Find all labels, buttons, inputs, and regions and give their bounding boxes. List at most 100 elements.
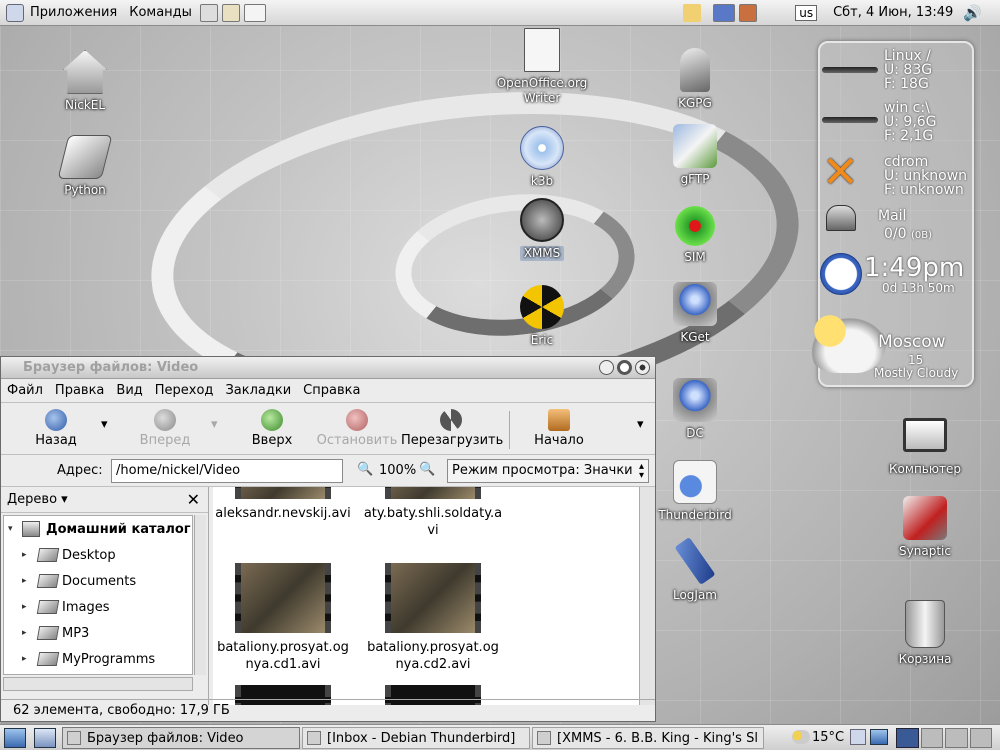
desktop-icon-writer[interactable]: OpenOffice.org Writer — [487, 28, 597, 106]
desktop-icon-synaptic[interactable]: Synaptic — [870, 496, 980, 559]
python-icon — [57, 135, 113, 179]
notify-icon[interactable] — [683, 3, 702, 22]
desktop-icon-xmms[interactable]: XMMS — [487, 198, 597, 261]
tree-item-myprogramms[interactable]: ▸ MyProgramms — [4, 646, 192, 672]
keyboard-layout[interactable]: us — [795, 4, 818, 21]
task-file-browser[interactable]: Браузер файлов: Video — [62, 727, 300, 749]
win-disk-bar — [822, 117, 878, 123]
view-mode-select[interactable]: Режим просмотра: Значки ▴ ▾ — [447, 459, 649, 483]
tray-icon-1[interactable] — [850, 729, 866, 745]
panel-clock[interactable]: Сбт, 4 Июн, 13:49 — [823, 5, 963, 20]
tree-item-documents[interactable]: ▸ Documents — [4, 568, 192, 594]
desktop-icon-k3b[interactable]: k3b — [487, 126, 597, 189]
volume-icon[interactable]: 🔊 — [963, 4, 982, 22]
task-xmms[interactable]: [XMMS - 6. В.В. King - King's Sl — [532, 727, 764, 749]
workspace-switcher[interactable] — [896, 728, 992, 748]
menu-edit[interactable]: Правка — [49, 383, 110, 398]
stop-button[interactable]: Остановить — [315, 409, 399, 448]
desktop-icon-computer[interactable]: Компьютер — [870, 418, 980, 477]
linux-disk-free: F: 18G — [884, 76, 929, 92]
location-bar: Адрес: /home/nickel/Video 🔍 100% 🔍 Режим… — [1, 455, 655, 487]
desktop-icon-eric[interactable]: Eric — [487, 285, 597, 348]
file-browser-window: Браузер файлов: Video Файл Правка Вид Пе… — [0, 356, 656, 722]
forward-arrow-icon — [154, 409, 176, 431]
update-notifier-icon[interactable] — [739, 3, 758, 22]
gftp-icon — [673, 124, 717, 168]
linux-disk-bar — [822, 67, 878, 73]
tree-root[interactable]: ▾ Домашний каталог — [4, 516, 192, 542]
close-sidebar-icon[interactable]: ✕ — [187, 490, 200, 509]
window-titlebar[interactable]: Браузер файлов: Video — [1, 357, 655, 379]
forward-history-dropdown[interactable]: ▾ — [211, 417, 218, 432]
back-button[interactable]: Назад — [31, 409, 81, 448]
menubar: Файл Правка Вид Переход Закладки Справка — [1, 379, 655, 403]
desktop-icon-python[interactable]: Python — [30, 135, 140, 198]
show-desktop-icon[interactable] — [4, 728, 26, 748]
win-disk-title: win c:\ — [884, 100, 930, 116]
minimize-button[interactable] — [599, 360, 614, 375]
desktop-icon-trash[interactable]: Корзина — [870, 600, 980, 667]
mail-title: Mail — [878, 208, 907, 224]
files-vertical-scrollbar[interactable] — [639, 487, 655, 705]
menu-file[interactable]: Файл — [1, 383, 49, 398]
file-item[interactable]: bataliony.prosyat.ognya.cd2.avi — [363, 563, 503, 673]
desktop-icon-kgpg[interactable]: KGPG — [640, 48, 750, 111]
sidebar-type-select[interactable]: Дерево ▾ — [7, 492, 68, 507]
forward-button[interactable]: Вперед — [135, 409, 195, 448]
file-item[interactable]: bataliony.prosyat.ognya.cd1.avi — [213, 563, 353, 673]
tree-item-desktop[interactable]: ▸ Desktop — [4, 542, 192, 568]
weather-city: Moscow — [878, 332, 946, 352]
toolbar-overflow-button[interactable]: ▾ — [637, 417, 644, 432]
desktop-icon-thunderbird[interactable]: Thunderbird — [640, 460, 750, 523]
home-button[interactable]: Начало — [531, 409, 587, 448]
reload-button[interactable]: Перезагрузить — [401, 409, 503, 448]
address-input[interactable]: /home/nickel/Video — [111, 459, 343, 483]
sim-icon — [675, 206, 715, 246]
desktop-icon-logjam[interactable]: LogJam — [640, 536, 750, 603]
tree-item-mp3[interactable]: ▸ MP3 — [4, 620, 192, 646]
kget-icon — [673, 282, 717, 326]
desktop-icon-dc[interactable]: DC — [640, 378, 750, 441]
tree-vertical-scrollbar[interactable] — [194, 515, 206, 675]
app-menu-icon[interactable] — [6, 3, 24, 22]
stop-icon — [346, 409, 368, 431]
desktop-icon-gftp[interactable]: gFTP — [640, 124, 750, 187]
zoom-level[interactable]: 100% — [379, 463, 416, 478]
network-icon[interactable] — [870, 729, 888, 745]
desktop-icon-sim[interactable]: SIM — [640, 206, 750, 265]
folder-tree: ▾ Домашний каталог ▸ Desktop ▸ Documents ▸… — [3, 515, 193, 675]
terminal-launcher-icon[interactable] — [199, 3, 218, 22]
menu-bookmarks[interactable]: Закладки — [219, 383, 297, 398]
puzzle-applet-icon[interactable] — [713, 3, 736, 22]
notes-launcher-icon[interactable] — [221, 3, 240, 22]
toolbar-separator — [509, 411, 510, 449]
actions-menu[interactable]: Команды — [123, 5, 198, 20]
maximize-button[interactable] — [617, 360, 632, 375]
toolbar: Назад ▾ Вперед ▾ Вверх Остановить Переза… — [1, 403, 655, 455]
widget-uptime: 0d 13h 50m — [882, 281, 955, 295]
menu-go[interactable]: Переход — [149, 383, 220, 398]
desktop-icon-kget[interactable]: KGet — [640, 282, 750, 345]
up-button[interactable]: Вверх — [247, 409, 297, 448]
home-icon — [63, 50, 107, 94]
tree-horizontal-scrollbar[interactable] — [3, 677, 193, 691]
task-thunderbird[interactable]: [Inbox - Debian Thunderbird] — [302, 727, 530, 749]
file-item[interactable]: aty.baty.shli.soldaty.avi — [363, 487, 503, 539]
tree-item-images[interactable]: ▸ Images — [4, 594, 192, 620]
window-launcher-icon[interactable] — [243, 3, 266, 22]
desktop-icon-nickel[interactable]: NickEL — [30, 50, 140, 113]
dc-icon — [673, 378, 717, 422]
close-button[interactable] — [635, 360, 650, 375]
xmms-small-icon — [537, 731, 551, 745]
menu-help[interactable]: Справка — [297, 383, 366, 398]
file-item[interactable]: aleksandr.nevskij.avi — [213, 487, 353, 522]
zoom-out-icon[interactable]: 🔍 — [357, 462, 373, 477]
back-history-dropdown[interactable]: ▾ — [101, 417, 108, 432]
window-list-icon[interactable] — [34, 728, 56, 748]
panel-temperature[interactable]: 15°C — [812, 730, 844, 745]
k3b-icon — [520, 126, 564, 170]
applications-menu[interactable]: Приложения — [24, 5, 123, 20]
sidebar: Дерево ▾ ✕ ▾ Домашний каталог ▸ Desktop ▸… — [1, 487, 209, 705]
menu-view[interactable]: Вид — [110, 383, 148, 398]
zoom-in-icon[interactable]: 🔍 — [419, 462, 435, 477]
